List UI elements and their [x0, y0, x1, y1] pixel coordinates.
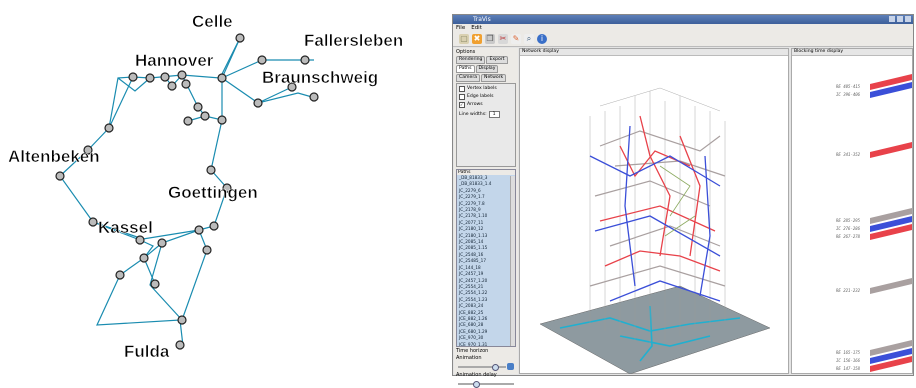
blocking-time-panel[interactable]: Blocking time display RE 405-415 IC 396-4…: [791, 48, 913, 374]
open-icon[interactable]: ▢: [459, 34, 469, 44]
tab-network[interactable]: Network: [481, 74, 507, 82]
paths-list: Paths _DB_81833_3 _DB_81833_1.4 JC_2279_6 J…: [456, 169, 516, 347]
menu-edit[interactable]: Edit: [471, 24, 482, 32]
blocking-time-label-text: RE 341-352: [836, 152, 861, 157]
line-width-label: Line widths:: [459, 112, 487, 117]
info-icon[interactable]: i: [537, 34, 547, 44]
toolbar: ▢ ✖ ❐ ✂ ✎ ⌕ i: [453, 32, 913, 47]
city-label-hannover: Hannover: [135, 51, 214, 70]
cut-icon[interactable]: ✂: [498, 34, 508, 44]
menu-bar: File Edit: [453, 24, 913, 32]
zoom-icon[interactable]: ⌕: [524, 34, 534, 44]
tab-rendering[interactable]: Rendering: [456, 56, 486, 64]
tab-export[interactable]: Export: [486, 56, 508, 64]
window-title: TraVis: [473, 16, 491, 23]
network-display-label: Network display: [520, 49, 788, 56]
city-label-fallersleben: Fallersleben: [304, 31, 403, 50]
checkbox-box[interactable]: [459, 86, 465, 92]
close-button[interactable]: [905, 16, 911, 22]
animation-slider-knob[interactable]: [492, 364, 499, 371]
copy-icon[interactable]: ❐: [485, 34, 495, 44]
minimize-button[interactable]: [889, 16, 895, 22]
tab-camera[interactable]: Camera: [456, 74, 481, 82]
checkbox-checked-icon[interactable]: ✓: [459, 102, 465, 108]
blocking-time-bar: [870, 278, 912, 294]
line-width-row: Line widths: 1: [459, 111, 513, 118]
city-label-braunschweig: Braunschweig: [262, 68, 378, 87]
blocking-time-label-text: IC 396-406: [836, 92, 861, 97]
window-controls: [889, 16, 911, 22]
vertex-labels-label: Vertex labels: [467, 86, 497, 91]
network-3d-view[interactable]: [520, 56, 788, 375]
blocking-time-label-text: RE 221-232: [836, 288, 861, 293]
paths-items: _DB_81833_3 _DB_81833_1.4 JC_2279_6 JC_2279…: [457, 175, 515, 346]
delete-icon[interactable]: ✖: [472, 34, 482, 44]
blocking-time-view[interactable]: RE 405-415 IC 396-406 RE 341-352 RE 285-295…: [792, 56, 912, 374]
travis-window: TraVis File Edit ▢ ✖ ❐ ✂ ✎ ⌕ i Options R…: [452, 14, 914, 388]
network-display-panel[interactable]: Network display: [519, 48, 789, 375]
city-label-fulda: Fulda: [124, 342, 170, 361]
tab-display[interactable]: Display: [475, 65, 499, 73]
arrows-label: Arrows: [467, 102, 483, 107]
blocking-time-label: Blocking time display: [792, 49, 912, 56]
city-label-celle: Celle: [192, 12, 233, 31]
path-list-item[interactable]: JCE_970_1.31: [459, 342, 515, 346]
edge-labels-checkbox[interactable]: Edge labels: [459, 93, 513, 101]
blocking-time-label-text: RE 147-158: [836, 366, 861, 371]
line-width-spinner[interactable]: 1: [488, 111, 500, 118]
edge-labels-label: Edge labels: [467, 94, 494, 99]
options-label: Options: [456, 49, 476, 55]
blocking-time-bar: [870, 142, 912, 158]
blocking-time-label-text: RE 405-415: [836, 84, 861, 89]
tab-paths[interactable]: Paths: [456, 65, 475, 73]
paths-options-box: Vertex labels Edge labels ✓ Arrows Line w…: [456, 83, 516, 167]
options-tabs: Rendering Export Paths Display Camera Ne…: [454, 56, 518, 82]
window-titlebar[interactable]: TraVis: [453, 15, 913, 24]
network-map: Celle Fallersleben Hannover Braunschweig…: [8, 12, 404, 362]
animation-label: Animation: [456, 355, 482, 361]
city-label-altenbeken: Altenbeken: [8, 147, 100, 166]
arrows-checkbox[interactable]: ✓ Arrows: [459, 101, 513, 109]
options-sidebar: Options Rendering Export Paths Display C…: [454, 48, 518, 388]
blocking-time-label-text: RE 267-278: [836, 234, 861, 239]
animation-delay-slider[interactable]: [458, 381, 514, 388]
blocking-time-label-text: IC 276-286: [836, 226, 861, 231]
blocking-time-label-text: IC 156-166: [836, 358, 861, 363]
animation-slider[interactable]: [458, 363, 514, 371]
delay-slider-knob[interactable]: [473, 381, 480, 388]
maximize-button[interactable]: [897, 16, 903, 22]
city-label-kassel: Kassel: [98, 218, 153, 237]
menu-file[interactable]: File: [456, 24, 465, 32]
train-paths-grey: [589, 130, 726, 287]
paths-scrollbar[interactable]: [510, 176, 515, 346]
blocking-time-label-text: RE 285-295: [836, 218, 861, 223]
train-paths-blue: [589, 125, 721, 302]
play-button[interactable]: [507, 363, 514, 370]
delay-slider-track: [458, 383, 514, 385]
blocking-time-label-text: RE 165-175: [836, 350, 861, 355]
brush-icon[interactable]: ✎: [511, 34, 521, 44]
vertex-labels-checkbox[interactable]: Vertex labels: [459, 85, 513, 93]
time-horizon-label: Time horizon: [456, 348, 489, 354]
checkbox-box[interactable]: [459, 94, 465, 100]
city-label-goettingen: Goettingen: [168, 183, 258, 202]
